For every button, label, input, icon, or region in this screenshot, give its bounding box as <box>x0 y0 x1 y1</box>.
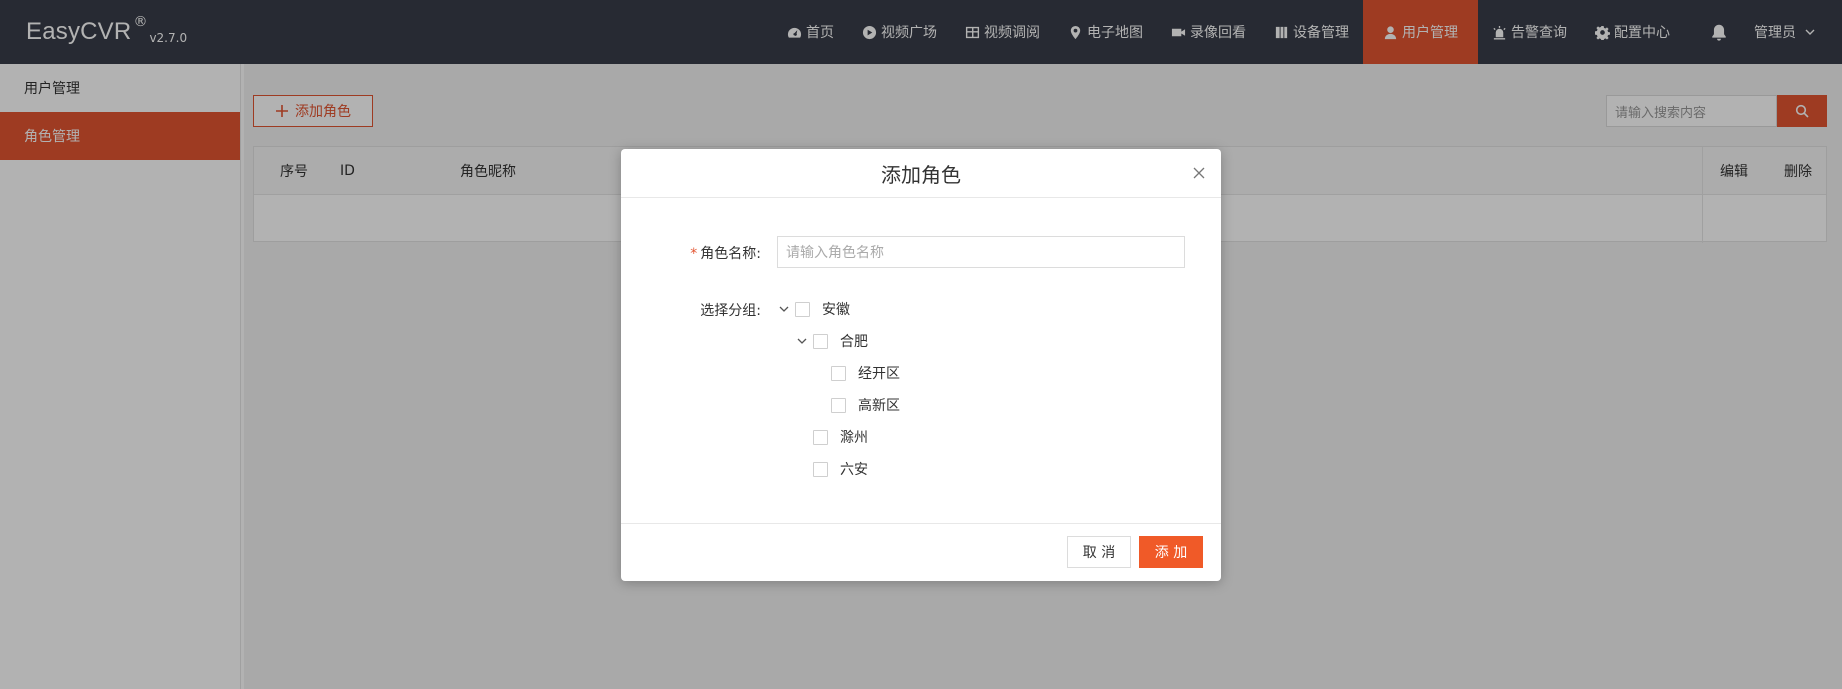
tree-node-label: 合肥 <box>840 334 868 350</box>
tree-node-jingkaiqu[interactable]: 经开区 <box>831 363 900 383</box>
group-row: 选择分组: <box>681 300 761 320</box>
required-mark: * <box>690 246 698 262</box>
tree-node-label: 高新区 <box>858 398 900 414</box>
chevron-down-icon[interactable] <box>777 302 791 316</box>
dialog-header: 添加角色 <box>621 149 1221 198</box>
tree-checkbox[interactable] <box>831 365 846 381</box>
tree-node-luan[interactable]: 六安 <box>813 459 868 479</box>
tree-node-gaoxinqu[interactable]: 高新区 <box>831 395 900 415</box>
tree-node-anhui[interactable]: 安徽 <box>777 299 850 319</box>
dialog-footer: 取 消 添 加 <box>621 523 1221 581</box>
dialog-title: 添加角色 <box>881 162 961 187</box>
close-icon[interactable] <box>1191 165 1207 181</box>
chevron-down-icon[interactable] <box>795 334 809 348</box>
confirm-add-button[interactable]: 添 加 <box>1139 536 1203 568</box>
tree-node-label: 经开区 <box>858 366 900 382</box>
role-name-input[interactable]: 请输入角色名称 <box>777 236 1185 268</box>
role-name-row: * 角色名称: <box>681 243 761 263</box>
tree-checkbox[interactable] <box>813 429 828 445</box>
role-name-label: * 角色名称: <box>681 243 761 263</box>
role-name-placeholder: 请输入角色名称 <box>786 245 884 261</box>
tree-checkbox[interactable] <box>813 333 828 349</box>
tree-checkbox[interactable] <box>813 461 828 477</box>
tree-node-hefei[interactable]: 合肥 <box>795 331 868 351</box>
cancel-button[interactable]: 取 消 <box>1067 536 1131 568</box>
tree-node-label: 六安 <box>840 462 868 478</box>
tree-checkbox[interactable] <box>831 397 846 413</box>
tree-node-label: 安徽 <box>822 302 850 318</box>
tree-checkbox[interactable] <box>795 301 810 317</box>
tree-node-chuzhou[interactable]: 滁州 <box>813 427 868 447</box>
add-role-dialog: 添加角色 * 角色名称: 请输入角色名称 选择分组: 安徽 合肥 经开区 高新区 … <box>621 149 1221 581</box>
role-name-label-text: 角色名称: <box>700 246 761 262</box>
tree-node-label: 滁州 <box>840 430 868 446</box>
group-label: 选择分组: <box>700 303 761 319</box>
